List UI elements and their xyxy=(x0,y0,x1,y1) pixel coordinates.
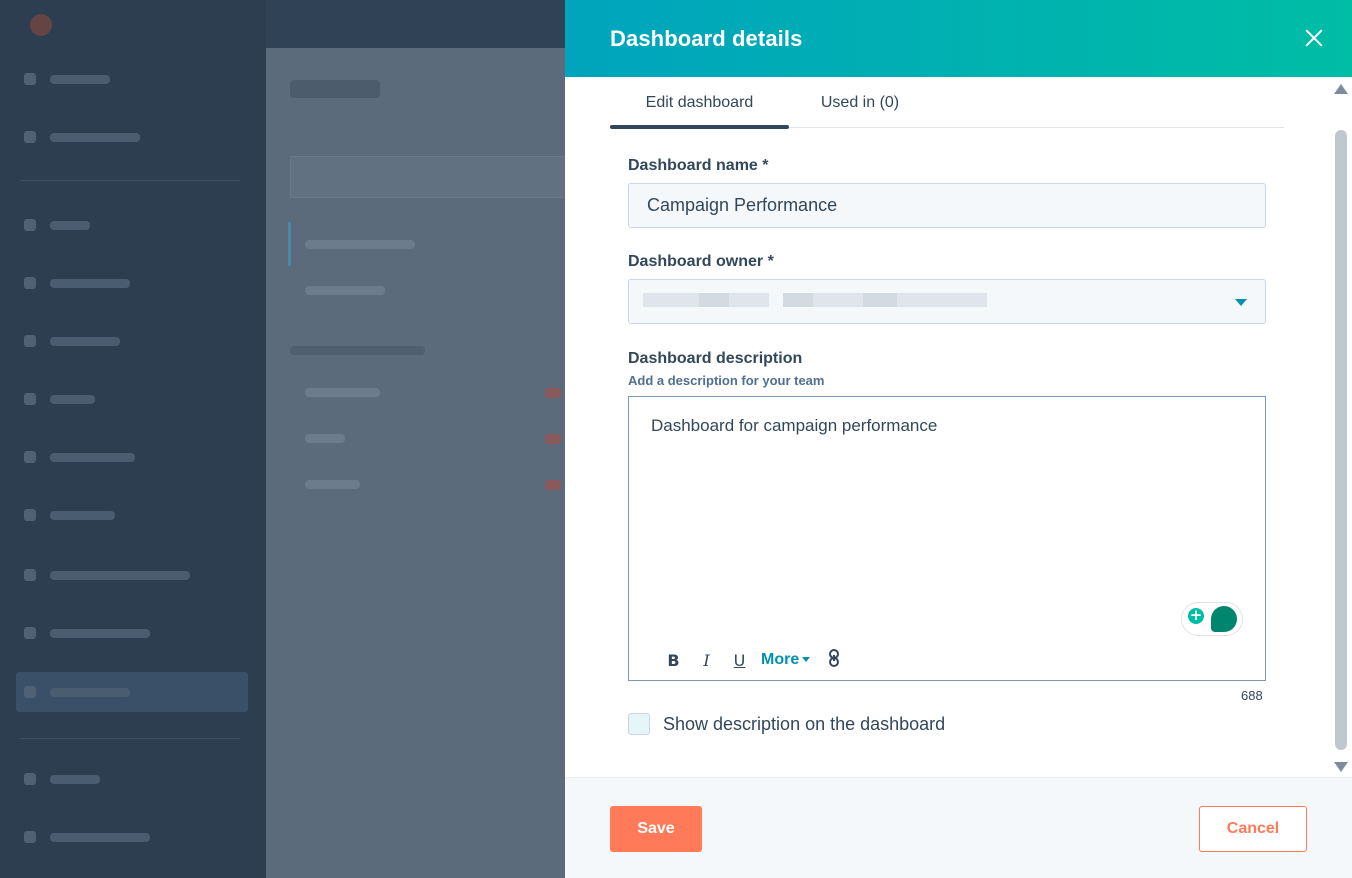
background-divider xyxy=(20,738,240,739)
chevron-down-icon[interactable] xyxy=(1235,299,1247,306)
dashboard-description-label: Dashboard description xyxy=(628,350,803,367)
background-line xyxy=(290,346,425,355)
dashboard-description-hint: Add a description for your team xyxy=(628,373,825,388)
background-nav-item xyxy=(24,626,224,640)
background-badge xyxy=(545,480,561,490)
tab-used-in[interactable]: Used in (0) xyxy=(806,77,914,128)
chat-bubble-icon[interactable] xyxy=(1211,606,1237,632)
italic-button[interactable]: I xyxy=(690,651,723,670)
panel-title: Dashboard details xyxy=(610,25,803,51)
dashboard-owner-select[interactable] xyxy=(628,279,1266,324)
background-line xyxy=(305,240,415,249)
background-nav-item xyxy=(24,830,224,844)
background-nav-item xyxy=(24,334,224,348)
background-page-title xyxy=(290,80,380,98)
background-badge xyxy=(545,434,561,444)
cancel-button[interactable]: Cancel xyxy=(1199,806,1307,852)
background-nav-item xyxy=(24,450,224,464)
background-badge xyxy=(545,388,561,398)
panel-footer: Save Cancel xyxy=(565,777,1352,878)
background-sidebar xyxy=(0,0,266,878)
show-description-label[interactable]: Show description on the dashboard xyxy=(663,714,945,735)
background-nav-item xyxy=(24,276,224,290)
dashboard-description-editor[interactable]: Dashboard for campaign performance B I U… xyxy=(628,396,1266,681)
background-search-box xyxy=(290,156,566,198)
bold-button[interactable]: B xyxy=(657,651,690,670)
more-label: More xyxy=(761,651,800,668)
background-divider xyxy=(20,180,240,181)
dashboard-details-panel: Dashboard details Edit dashboard Used in… xyxy=(565,0,1352,878)
background-line xyxy=(305,480,360,489)
more-dropdown[interactable]: More xyxy=(761,651,811,669)
chevron-down-icon xyxy=(802,657,811,663)
background-accent xyxy=(288,222,291,266)
close-icon[interactable] xyxy=(1302,26,1326,50)
lightbulb-icon[interactable] xyxy=(1187,606,1205,630)
scroll-up-arrow[interactable] xyxy=(1334,84,1348,94)
background-nav-item xyxy=(24,568,224,582)
writing-assistant[interactable] xyxy=(1181,602,1243,636)
character-counter: 688 xyxy=(1241,688,1263,703)
save-button[interactable]: Save xyxy=(610,806,702,852)
dashboard-owner-label: Dashboard owner * xyxy=(628,253,774,270)
app-logo xyxy=(30,14,52,36)
background-nav-item xyxy=(24,685,224,699)
underline-button[interactable]: U xyxy=(723,651,756,670)
scroll-down-arrow[interactable] xyxy=(1334,762,1348,772)
dashboard-name-label: Dashboard name * xyxy=(628,157,769,174)
tab-edit-dashboard[interactable]: Edit dashboard xyxy=(610,77,789,129)
panel-header: Dashboard details xyxy=(565,0,1352,77)
background-line xyxy=(305,286,385,295)
background-nav-item xyxy=(24,508,224,522)
background-nav-item xyxy=(24,72,224,86)
show-description-checkbox[interactable] xyxy=(628,713,650,735)
show-description-toggle[interactable]: Show description on the dashboard xyxy=(628,712,945,736)
link-icon[interactable] xyxy=(824,649,844,671)
background-nav-item xyxy=(24,772,224,786)
background-topbar xyxy=(266,0,566,48)
background-line xyxy=(305,388,380,397)
background-nav-item xyxy=(24,218,224,232)
background-line xyxy=(305,434,345,443)
owner-value-redacted xyxy=(643,293,1023,309)
background-nav-item xyxy=(24,130,224,144)
dashboard-description-text[interactable]: Dashboard for campaign performance xyxy=(651,416,937,436)
scrollbar-thumb[interactable] xyxy=(1335,130,1347,750)
dashboard-name-input[interactable]: Campaign Performance xyxy=(628,183,1266,228)
background-nav-item xyxy=(24,392,224,406)
rich-text-toolbar: B I U More xyxy=(657,647,844,673)
panel-tabs: Edit dashboard Used in (0) xyxy=(610,77,1284,129)
